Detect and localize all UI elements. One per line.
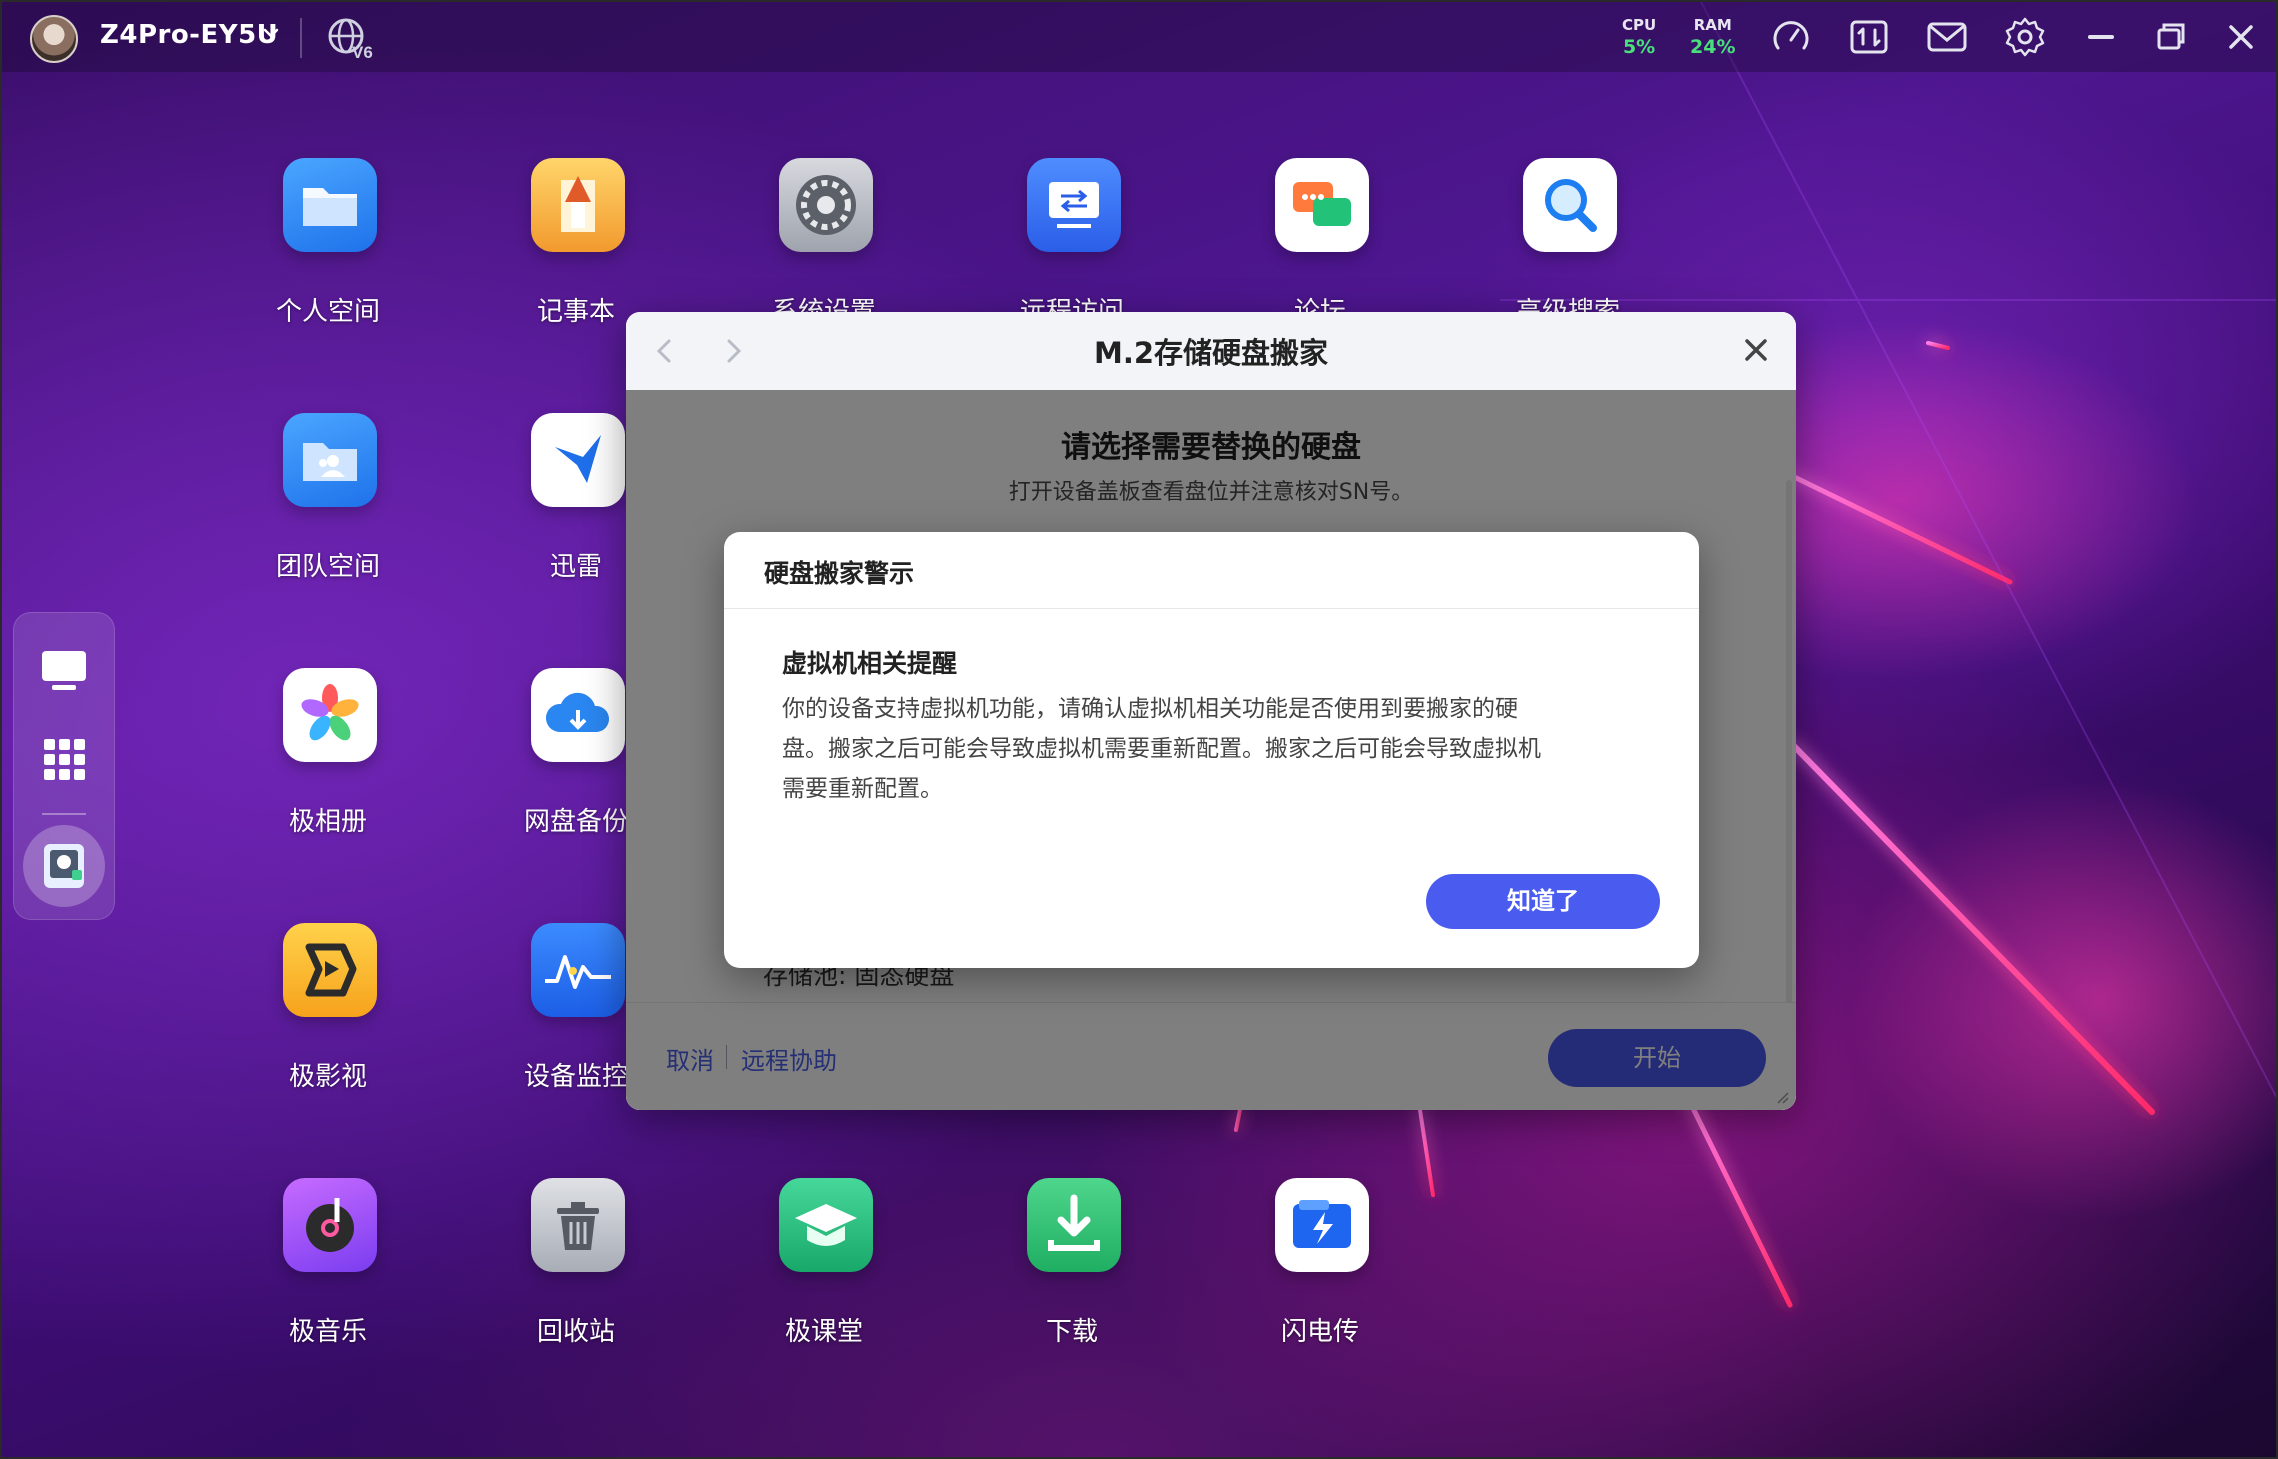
- ram-label: RAM: [1693, 16, 1732, 34]
- app-music[interactable]: 极音乐: [208, 1178, 448, 1378]
- settings-icon[interactable]: [2004, 16, 2046, 58]
- remote-access-icon: [1027, 158, 1121, 252]
- dialog-message-line: 需要重新配置。: [782, 776, 943, 802]
- window-title: M.2存储硬盘搬家: [1093, 336, 1329, 370]
- ram-stat: RAM 24%: [1690, 16, 1735, 58]
- app-flash-transfer[interactable]: 闪电传: [1200, 1178, 1440, 1378]
- desktop-icon[interactable]: [36, 643, 92, 699]
- video-icon: [283, 923, 377, 1017]
- dialog-title: 硬盘搬家警示: [764, 559, 915, 588]
- dialog-message-line: 你的设备支持虚拟机功能，请确认虚拟机相关功能是否使用到要搬家的硬: [782, 696, 1518, 722]
- dialog-header: 硬盘搬家警示: [724, 532, 1699, 609]
- app-personal-space[interactable]: 个人空间: [208, 158, 448, 358]
- app-grid-icon[interactable]: [36, 731, 92, 787]
- music-icon: [283, 1178, 377, 1272]
- app-label: 极相册: [288, 807, 367, 837]
- app-label: 团队空间: [275, 552, 380, 582]
- flash-transfer-icon: [1275, 1178, 1369, 1272]
- cpu-stat: CPU 5%: [1622, 16, 1656, 58]
- team-folder-icon: [283, 413, 377, 507]
- forum-icon: [1275, 158, 1369, 252]
- search-icon: [1523, 158, 1617, 252]
- system-settings-icon: [779, 158, 873, 252]
- app-label: 下载: [1045, 1317, 1098, 1347]
- app-label: 极音乐: [288, 1317, 367, 1347]
- minimize-icon[interactable]: [2080, 16, 2122, 58]
- trash-icon: [531, 1178, 625, 1272]
- dialog-message: 你的设备支持虚拟机功能，请确认虚拟机相关功能是否使用到要搬家的硬 盘。搬家之后可…: [782, 689, 1642, 809]
- classroom-icon: [779, 1178, 873, 1272]
- window-header: M.2存储硬盘搬家: [626, 312, 1796, 391]
- dialog-message-line: 盘。搬家之后可能会导致虚拟机需要重新配置。搬家之后可能会导致虚拟机: [782, 736, 1541, 762]
- app-video[interactable]: 极影视: [208, 923, 448, 1123]
- dock-divider: [42, 813, 86, 815]
- app-label: 极影视: [288, 1062, 367, 1092]
- ram-value: 24%: [1690, 36, 1736, 58]
- migration-warning-dialog: 硬盘搬家警示 虚拟机相关提醒 你的设备支持虚拟机功能，请确认虚拟机相关功能是否使…: [724, 532, 1699, 968]
- app-download[interactable]: 下载: [952, 1178, 1192, 1378]
- photos-icon: [283, 668, 377, 762]
- device-name[interactable]: Z4Pro-EY5U: [100, 20, 278, 50]
- app-label: 回收站: [536, 1317, 615, 1347]
- app-label: 极课堂: [784, 1317, 863, 1347]
- top-bar: Z4Pro-EY5U V6 CPU 5% RAM 24%: [0, 0, 2278, 72]
- mail-icon[interactable]: [1926, 16, 1968, 58]
- transfer-icon[interactable]: [1848, 16, 1890, 58]
- dialog-heading: 虚拟机相关提醒: [782, 649, 958, 678]
- cpu-label: CPU: [1622, 16, 1657, 34]
- close-icon[interactable]: [2220, 16, 2262, 58]
- disk-migration-icon[interactable]: [36, 838, 92, 894]
- window-close-icon[interactable]: [1738, 332, 1774, 368]
- monitor-icon: [531, 923, 625, 1017]
- confirm-button[interactable]: 知道了: [1426, 874, 1660, 929]
- network-globe-icon[interactable]: V6: [326, 16, 378, 60]
- network-badge: V6: [352, 43, 373, 60]
- avatar[interactable]: [30, 15, 78, 63]
- app-label: 闪电传: [1280, 1317, 1359, 1347]
- app-team-space[interactable]: 团队空间: [208, 413, 448, 613]
- topbar-divider: [300, 18, 302, 58]
- cpu-value: 5%: [1622, 36, 1656, 58]
- restore-icon[interactable]: [2150, 16, 2192, 58]
- app-classroom[interactable]: 极课堂: [704, 1178, 944, 1378]
- thunder-icon: [531, 413, 625, 507]
- app-photos[interactable]: 极相册: [208, 668, 448, 868]
- download-icon: [1027, 1178, 1121, 1272]
- app-trash[interactable]: 回收站: [456, 1178, 696, 1378]
- speed-gauge-icon[interactable]: [1770, 16, 1812, 58]
- app-label: 个人空间: [275, 297, 380, 327]
- folder-icon: [283, 158, 377, 252]
- cloud-backup-icon: [531, 668, 625, 762]
- notepad-icon: [531, 158, 625, 252]
- chevron-down-icon[interactable]: [262, 24, 280, 42]
- side-dock: [13, 612, 115, 920]
